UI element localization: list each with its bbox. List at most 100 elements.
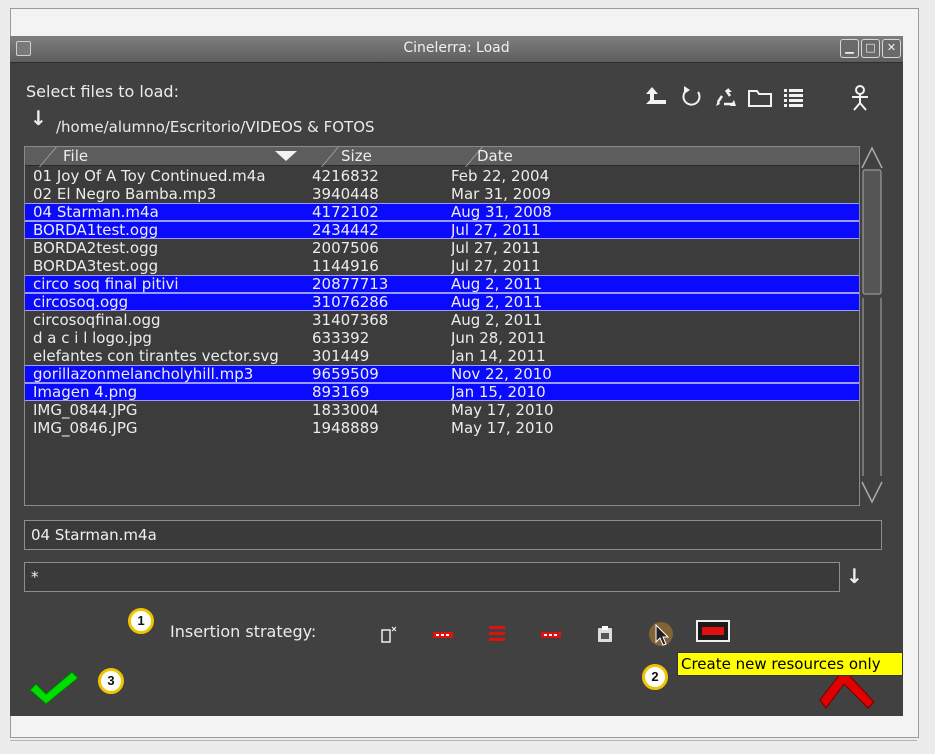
file-list-scrollbar[interactable] (860, 146, 884, 504)
file-size: 31076286 (312, 294, 389, 310)
paste-at-insertion-icon[interactable] (594, 624, 616, 644)
badge-3: 3 (98, 668, 124, 694)
file-size: 3940448 (312, 185, 379, 203)
file-row[interactable]: Imagen 4.png 893169 Jan 15, 2010 (25, 383, 859, 401)
column-date[interactable]: Date (477, 147, 513, 165)
file-row[interactable]: d a c i l logo.jpg 633392 Jun 28, 2011 (25, 329, 859, 347)
cancel-icon[interactable] (816, 670, 878, 710)
file-date: Nov 22, 2010 (451, 366, 552, 382)
file-date: Aug 2, 2011 (451, 311, 543, 329)
column-size[interactable]: Size (341, 147, 372, 165)
select-files-label: Select files to load: (26, 82, 179, 101)
file-size: 893169 (312, 384, 370, 400)
file-name: BORDA1test.ogg (33, 222, 159, 238)
file-name: IMG_0844.JPG (33, 401, 138, 419)
new-folder-icon[interactable] (746, 84, 774, 112)
file-size: 1948889 (312, 419, 379, 437)
close-button[interactable]: ✕ (882, 39, 901, 58)
file-size: 633392 (312, 329, 370, 347)
file-size: 1833004 (312, 401, 379, 419)
file-date: Mar 31, 2009 (451, 185, 551, 203)
file-row[interactable]: IMG_0846.JPG 1948889 May 17, 2010 (25, 419, 859, 437)
append-in-new-tracks-icon[interactable] (486, 624, 508, 644)
file-size: 301449 (312, 347, 370, 365)
filename-field[interactable] (24, 520, 882, 550)
filter-dropdown-icon[interactable]: ↓ (846, 564, 863, 588)
badge-1: 1 (128, 608, 154, 634)
title-bar[interactable]: Cinelerra: Load ▁ □ ✕ (10, 36, 903, 63)
file-name: circo soq final pitivi (33, 276, 179, 292)
file-name: BORDA2test.ogg (33, 239, 159, 257)
file-name: d a c i l logo.jpg (33, 329, 152, 347)
load-dialog: Cinelerra: Load ▁ □ ✕ Select files to lo… (10, 36, 903, 716)
column-divider (321, 147, 339, 167)
file-size: 31407368 (312, 311, 389, 329)
file-date: Aug 2, 2011 (451, 276, 543, 292)
file-row[interactable]: 01 Joy Of A Toy Continued.m4a 4216832 Feb … (25, 167, 859, 185)
file-size: 20877713 (312, 276, 389, 292)
insertion-strategy-label: Insertion strategy: (170, 622, 317, 641)
current-path[interactable]: /home/alumno/Escritorio/VIDEOS & FOTOS (56, 118, 375, 136)
file-row[interactable]: circosoq.ogg 31076286 Aug 2, 2011 (25, 293, 859, 311)
sort-down-icon[interactable] (275, 151, 297, 161)
file-name: BORDA3test.ogg (33, 257, 159, 275)
refresh-icon[interactable] (678, 84, 706, 112)
file-date: Jan 15, 2010 (451, 384, 546, 400)
nested-sequence-icon[interactable] (696, 620, 730, 642)
concatenate-tracks-icon[interactable] (540, 624, 562, 644)
file-date: Aug 2, 2011 (451, 294, 543, 310)
file-date: Aug 31, 2008 (451, 204, 552, 220)
ok-checkmark-icon[interactable] (28, 670, 80, 706)
file-row[interactable]: circo soq final pitivi 20877713 Aug 2, 201… (25, 275, 859, 293)
file-date: May 17, 2010 (451, 401, 554, 419)
file-size: 4216832 (312, 167, 379, 185)
file-name: IMG_0846.JPG (33, 419, 138, 437)
file-size: 4172102 (312, 204, 379, 220)
down-arrow-icon[interactable]: ↓ (30, 106, 47, 130)
file-date: Jan 14, 2011 (451, 347, 546, 365)
file-size: 2434442 (312, 222, 379, 238)
maximize-button[interactable]: □ (861, 39, 880, 58)
file-list[interactable]: File Size Date 01 Joy Of A Toy Continued… (24, 146, 860, 506)
file-name: 04 Starman.m4a (33, 204, 159, 220)
person-icon[interactable] (846, 84, 874, 112)
file-date: Feb 22, 2004 (451, 167, 550, 185)
file-row[interactable]: BORDA3test.ogg 1144916 Jul 27, 2011 (25, 257, 859, 275)
file-list-header: File Size Date (25, 147, 859, 167)
file-date: May 17, 2010 (451, 419, 554, 437)
filter-field[interactable] (24, 562, 840, 592)
file-row[interactable]: BORDA1test.ogg 2434442 Jul 27, 2011 (25, 221, 859, 239)
file-size: 9659509 (312, 366, 379, 382)
file-name: 01 Joy Of A Toy Continued.m4a (33, 167, 266, 185)
file-name: elefantes con tirantes vector.svg (33, 347, 279, 365)
up-folder-icon[interactable] (642, 84, 670, 112)
list-view-icon[interactable] (780, 84, 808, 112)
minimize-button[interactable]: ▁ (840, 39, 859, 58)
badge-2: 2 (642, 664, 668, 690)
file-row[interactable]: 04 Starman.m4a 4172102 Aug 31, 2008 (25, 203, 859, 221)
file-row[interactable]: circosoqfinal.ogg 31407368 Aug 2, 2011 (25, 311, 859, 329)
file-name: circosoq.ogg (33, 294, 129, 310)
replace-current-project-icon[interactable] (378, 624, 400, 644)
file-size: 1144916 (312, 257, 379, 275)
file-name: circosoqfinal.ogg (33, 311, 161, 329)
file-date: Jun 28, 2011 (451, 329, 547, 347)
file-row[interactable]: IMG_0844.JPG 1833004 May 17, 2010 (25, 401, 859, 419)
file-row[interactable]: BORDA2test.ogg 2007506 Jul 27, 2011 (25, 239, 859, 257)
append-tracks-icon[interactable] (432, 624, 454, 644)
file-size: 2007506 (312, 239, 379, 257)
window-title: Cinelerra: Load (403, 40, 510, 56)
recycle-icon[interactable] (712, 84, 740, 112)
file-date: Jul 27, 2011 (451, 257, 541, 275)
create-resources-only-icon[interactable] (648, 620, 674, 648)
file-row[interactable]: elefantes con tirantes vector.svg 301449 J… (25, 347, 859, 365)
column-file[interactable]: File (63, 147, 88, 165)
column-divider (39, 147, 57, 167)
file-row[interactable]: 02 El Negro Bamba.mp3 3940448 Mar 31, 2009 (25, 185, 859, 203)
tooltip: Create new resources only (677, 652, 903, 676)
file-row[interactable]: gorillazonmelancholyhill.mp3 9659509 Nov 2… (25, 365, 859, 383)
frame-divider (10, 740, 917, 741)
file-name: Imagen 4.png (33, 384, 138, 400)
file-name: 02 El Negro Bamba.mp3 (33, 185, 217, 203)
file-date: Jul 27, 2011 (451, 222, 541, 238)
